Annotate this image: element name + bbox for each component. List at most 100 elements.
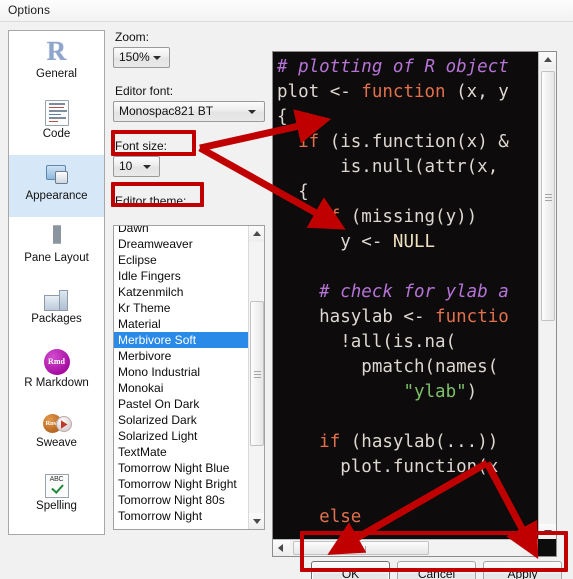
triangle-down-icon	[253, 519, 261, 524]
triangle-left-icon	[278, 544, 283, 552]
scrollbar-thumb[interactable]	[541, 71, 555, 321]
code-token: (hasylab(...))	[340, 432, 499, 452]
theme-list-item[interactable]: Tomorrow Night 80s	[114, 492, 248, 508]
code-token: (is.function(x) &	[319, 132, 509, 152]
theme-list-item[interactable]: Tomorrow Night	[114, 508, 248, 524]
preview-vertical-scrollbar[interactable]	[538, 52, 556, 541]
sidebar-item-r-markdown[interactable]: Rmd R Markdown	[9, 341, 104, 403]
theme-list-item[interactable]: Dreamweaver	[114, 236, 248, 252]
triangle-right-icon	[528, 544, 533, 552]
apply-button[interactable]: Apply	[483, 561, 562, 579]
scroll-right-button[interactable]	[521, 540, 538, 556]
sidebar-item-sweave[interactable]: Rnw Sweave	[9, 403, 104, 465]
scroll-up-button[interactable]	[539, 52, 556, 69]
sidebar-item-label: General	[36, 68, 77, 80]
sidebar-item-code[interactable]: Code	[9, 93, 104, 155]
packages-icon	[43, 289, 70, 311]
ok-button[interactable]: OK	[311, 561, 390, 579]
code-token: else	[319, 507, 362, 527]
zoom-select[interactable]: 150%	[113, 47, 170, 68]
code-token: if	[298, 132, 320, 152]
editor-theme-list[interactable]: Dawn Dreamweaver Eclipse Idle Fingers Katzen…	[113, 225, 265, 530]
theme-list-item[interactable]: Eclipse	[114, 252, 248, 268]
sidebar-item-general[interactable]: R General	[9, 31, 104, 93]
code-token: NULL	[392, 232, 436, 252]
font-size-select[interactable]: 10	[113, 156, 160, 177]
triangle-up-icon	[253, 231, 261, 236]
theme-list-item[interactable]: Idle Fingers	[114, 268, 248, 284]
sidebar-item-label: Appearance	[25, 190, 88, 202]
spelling-icon: ABC	[44, 474, 69, 498]
theme-list-item[interactable]: Katzenmilch	[114, 284, 248, 300]
sidebar-item-pane-layout[interactable]: Pane Layout	[9, 217, 104, 279]
theme-list-item[interactable]: Monokai	[114, 380, 248, 396]
code-token: (x, y	[445, 82, 509, 102]
code-token: # plotting of R object	[277, 57, 509, 77]
zoom-label: Zoom:	[115, 30, 150, 44]
editor-font-value: Monospac821 BT	[119, 104, 214, 118]
sidebar-item-label: R Markdown	[24, 377, 89, 389]
code-token: # check for ylab a	[319, 282, 509, 302]
theme-list-item[interactable]: Solarized Dark	[114, 412, 248, 428]
theme-list-item[interactable]: Tomorrow Night Blue	[114, 460, 248, 476]
sweave-icon: Rnw	[42, 413, 72, 435]
code-token: function	[361, 82, 446, 102]
theme-list-item[interactable]: Dawn	[114, 226, 248, 236]
pane-layout-icon	[44, 225, 70, 250]
window-title: Options	[8, 3, 51, 17]
sidebar-item-label: Packages	[31, 313, 82, 325]
scroll-up-button[interactable]	[249, 226, 264, 242]
triangle-down-icon	[544, 530, 552, 535]
code-token: pmatch(names(	[277, 357, 499, 377]
code-token: {	[277, 182, 309, 202]
code-token: "ylab"	[403, 382, 467, 402]
cancel-button[interactable]: Cancel	[397, 561, 476, 579]
preview-horizontal-scrollbar[interactable]	[273, 539, 538, 556]
scrollbar-thumb[interactable]	[250, 301, 264, 446]
code-token: {	[277, 107, 288, 127]
scrollbar-corner	[538, 539, 556, 556]
code-token: if	[319, 207, 341, 227]
theme-list-scrollbar[interactable]	[248, 226, 264, 529]
code-preview: # plotting of R object plot <- function …	[273, 52, 537, 539]
code-token: if	[319, 432, 341, 452]
scroll-down-button[interactable]	[249, 513, 264, 529]
sidebar-item-packages[interactable]: Packages	[9, 279, 104, 341]
sidebar-item-appearance[interactable]: Appearance	[9, 155, 104, 217]
scrollbar-thumb[interactable]	[293, 541, 429, 555]
code-token: hasylab <-	[277, 307, 436, 327]
zoom-value: 150%	[119, 50, 150, 64]
code-token: y <-	[277, 232, 393, 252]
theme-list-item[interactable]: TextMate	[114, 444, 248, 460]
code-token: plot	[277, 82, 330, 102]
font-size-label: Font size:	[115, 139, 168, 153]
editor-font-select[interactable]: Monospac821 BT	[113, 101, 265, 122]
theme-list-item[interactable]: Tomorrow Night Bright	[114, 476, 248, 492]
code-token: <-	[329, 82, 362, 102]
theme-list-item[interactable]: Material	[114, 316, 248, 332]
sidebar-item-spelling[interactable]: ABC Spelling	[9, 465, 104, 527]
editor-font-label: Editor font:	[115, 84, 174, 98]
theme-list-item[interactable]: Kr Theme	[114, 300, 248, 316]
theme-list-item[interactable]: Solarized Light	[114, 428, 248, 444]
code-token: plot.function(x	[277, 457, 499, 477]
editor-theme-label: Editor theme:	[115, 194, 187, 208]
theme-preview-pane: # plotting of R object plot <- function …	[272, 51, 557, 557]
theme-list-item[interactable]: Mono Industrial	[114, 364, 248, 380]
theme-list-item[interactable]: Merbivore	[114, 348, 248, 364]
scroll-left-button[interactable]	[273, 540, 290, 556]
sidebar-item-label: Code	[42, 128, 71, 140]
sidebar-item-label: Pane Layout	[24, 252, 89, 264]
sidebar-item-git-svn[interactable]: Git/SVN	[9, 527, 104, 534]
code-token: (missing(y))	[340, 207, 478, 227]
category-sidebar: R General Code Appearance Pane Layout Package…	[8, 30, 105, 535]
code-token: functio	[435, 307, 509, 327]
theme-list-item[interactable]: Pastel On Dark	[114, 396, 248, 412]
options-dialog: Options R General Code Appearance Pane Layou…	[0, 0, 573, 579]
theme-list-item[interactable]: Merbivore Soft	[114, 332, 248, 348]
chevron-down-icon	[248, 110, 256, 114]
